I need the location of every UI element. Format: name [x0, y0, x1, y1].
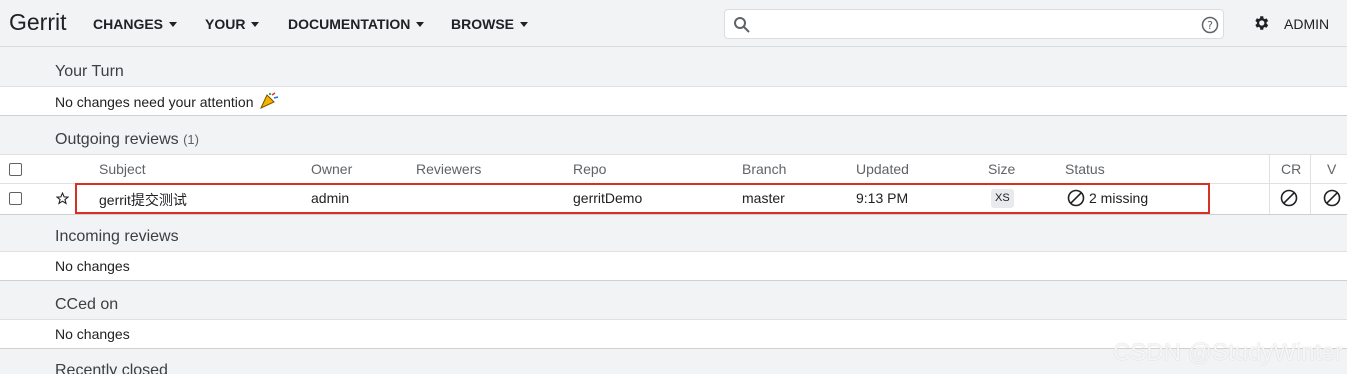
incoming-band: No changes	[0, 251, 1347, 281]
top-bar: Gerrit CHANGES YOUR DOCUMENTATION BROWSE…	[0, 0, 1347, 47]
col-reviewers[interactable]: Reviewers	[416, 161, 481, 177]
search-icon	[734, 17, 750, 33]
section-title-recent: Recently closed	[55, 362, 168, 374]
row-highlight-box	[75, 183, 1210, 214]
cced-message: No changes	[55, 326, 130, 342]
section-title-outgoing: Outgoing reviews (1)	[55, 131, 199, 149]
svg-text:?: ?	[1207, 19, 1213, 32]
chevron-down-icon	[251, 21, 260, 27]
chevron-down-icon	[169, 21, 178, 27]
gear-icon[interactable]	[1252, 14, 1270, 32]
nav-changes[interactable]: CHANGES	[93, 16, 178, 32]
user-menu[interactable]: ADMIN	[1284, 16, 1329, 32]
col-branch[interactable]: Branch	[742, 161, 786, 177]
your-turn-band: No changes need your attention	[0, 86, 1347, 116]
your-turn-message: No changes need your attention	[55, 94, 254, 110]
section-title-incoming: Incoming reviews	[55, 228, 179, 245]
nav-your[interactable]: YOUR	[205, 16, 260, 32]
nav-changes-label: CHANGES	[93, 16, 164, 32]
section-title-your-turn: Your Turn	[55, 63, 124, 80]
outgoing-count: (1)	[183, 132, 199, 147]
v-blocked-icon	[1323, 189, 1341, 207]
nav-documentation[interactable]: DOCUMENTATION	[288, 16, 425, 32]
col-status[interactable]: Status	[1065, 161, 1105, 177]
chevron-down-icon	[416, 21, 425, 27]
incoming-message: No changes	[55, 258, 130, 274]
nav-documentation-label: DOCUMENTATION	[288, 16, 411, 32]
gerrit-logo[interactable]: Gerrit	[9, 9, 67, 36]
col-size[interactable]: Size	[988, 161, 1015, 177]
section-title-cced: CCed on	[55, 296, 119, 313]
nav-your-label: YOUR	[205, 16, 246, 32]
col-owner[interactable]: Owner	[311, 161, 352, 177]
col-subject[interactable]: Subject	[99, 161, 146, 177]
col-repo[interactable]: Repo	[573, 161, 606, 177]
column-divider	[1269, 155, 1270, 214]
star-icon[interactable]	[56, 192, 69, 205]
search-input[interactable]	[757, 14, 1187, 34]
party-icon	[259, 92, 279, 110]
watermark: CSDN @StudyWinter	[1113, 339, 1343, 366]
cr-blocked-icon	[1280, 189, 1298, 207]
col-cr[interactable]: CR	[1281, 161, 1301, 177]
col-updated[interactable]: Updated	[856, 161, 909, 177]
col-v[interactable]: V	[1327, 161, 1336, 177]
outgoing-title: Outgoing reviews	[55, 131, 179, 148]
help-icon[interactable]: ?	[1201, 16, 1219, 34]
nav-browse[interactable]: BROWSE	[451, 16, 528, 32]
search-box[interactable]: ?	[724, 9, 1224, 39]
select-all-checkbox[interactable]	[9, 163, 22, 176]
nav-browse-label: BROWSE	[451, 16, 514, 32]
column-divider	[1310, 155, 1311, 214]
chevron-down-icon	[520, 21, 528, 27]
row-checkbox[interactable]	[9, 192, 22, 205]
